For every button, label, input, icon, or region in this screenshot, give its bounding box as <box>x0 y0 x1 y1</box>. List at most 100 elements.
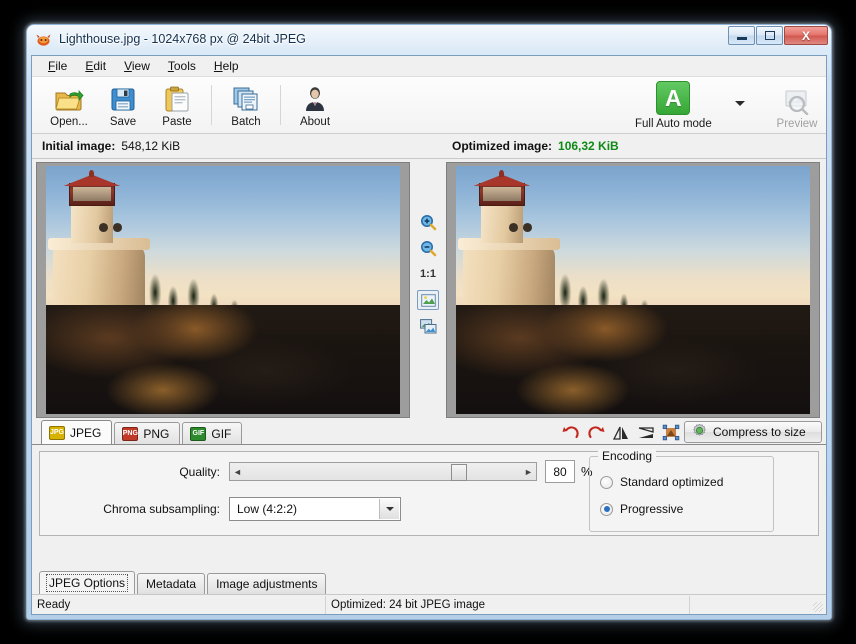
client-area: FFileile Edit View Tools Help Open... <box>31 55 827 615</box>
magnifier-preview-icon <box>782 86 812 116</box>
window-controls: X <box>728 26 828 45</box>
crop-icon[interactable] <box>661 423 680 442</box>
tab-png[interactable]: PNG PNG <box>114 422 181 444</box>
menu-view[interactable]: View <box>116 57 158 75</box>
zoom-actual-size-button[interactable]: 1:1 <box>417 264 439 284</box>
compress-to-size-button[interactable]: Compress to size <box>684 421 822 443</box>
encoding-group: Encoding Standard optimized Progressive <box>589 449 774 532</box>
paste-button[interactable]: Paste <box>150 79 204 131</box>
floppy-save-icon <box>109 84 137 114</box>
menu-edit[interactable]: Edit <box>77 57 114 75</box>
menu-help[interactable]: Help <box>206 57 247 75</box>
initial-image-info: Initial image: 548,12 KiB <box>32 139 452 153</box>
auto-mode-badge-icon: A <box>656 81 691 115</box>
tab-image-adjustments[interactable]: Image adjustments <box>207 573 327 594</box>
minimize-icon <box>736 36 747 40</box>
about-button[interactable]: About <box>288 79 342 131</box>
preview-button[interactable]: Preview <box>770 81 824 133</box>
maximize-icon <box>764 31 775 40</box>
clipboard-paste-icon <box>164 84 190 114</box>
zoom-out-icon[interactable] <box>417 238 439 258</box>
batch-button[interactable]: Batch <box>219 79 273 131</box>
open-label: Open... <box>50 116 88 128</box>
status-bar: Ready Optimized: 24 bit JPEG image <box>32 594 826 614</box>
main-toolbar: Open... Save Paste Batch About A Full Au… <box>32 77 826 134</box>
fit-to-window-icon[interactable] <box>417 290 439 310</box>
menu-tools[interactable]: Tools <box>160 57 204 75</box>
quality-input[interactable]: 80 <box>545 460 575 483</box>
flip-horizontal-icon[interactable] <box>611 423 630 442</box>
tab-jpeg-options[interactable]: JPEG Options <box>39 571 136 594</box>
jpeg-options-panel: Quality: ◄ ► 80 % Chroma subsampling: Lo… <box>32 445 826 594</box>
slider-right-arrow-icon[interactable]: ► <box>521 467 536 477</box>
png-format-icon: PNG <box>122 426 139 441</box>
image-size-info-bar: Initial image: 548,12 KiB Optimized image… <box>32 134 826 159</box>
open-button[interactable]: Open... <box>42 79 96 131</box>
radio-progressive-label: Progressive <box>620 502 684 516</box>
optimized-image-value: 106,32 KiB <box>558 139 619 153</box>
chroma-subsampling-value: Low (4:2:2) <box>237 502 298 516</box>
tab-png-label: PNG <box>143 426 170 441</box>
original-image <box>46 166 400 414</box>
menu-file[interactable]: FFileile <box>40 57 75 75</box>
initial-image-label: Initial image: <box>42 139 116 153</box>
zoom-actual-label: 1:1 <box>420 268 436 280</box>
about-label: About <box>299 116 331 128</box>
tab-gif[interactable]: GIF GIF <box>182 422 243 444</box>
chevron-down-icon[interactable] <box>379 499 399 519</box>
optimized-image-pane[interactable] <box>446 162 820 418</box>
status-optimized-info: Optimized: 24 bit JPEG image <box>326 595 690 614</box>
tab-gif-label: GIF <box>211 426 232 441</box>
tab-jpeg-label: JPEG <box>70 425 102 440</box>
flip-vertical-icon[interactable] <box>636 423 655 442</box>
full-auto-mode-button[interactable]: A Full Auto mode <box>635 81 712 130</box>
preview-tool-strip: 1:1 <box>410 162 446 417</box>
radio-standard-optimized-icon <box>600 475 613 489</box>
status-extra <box>690 596 826 614</box>
resize-grip-icon[interactable] <box>813 601 823 612</box>
optimized-image <box>456 166 810 414</box>
preview-area: 1:1 <box>32 159 826 419</box>
save-button[interactable]: Save <box>96 79 150 131</box>
tab-jpeg[interactable]: JPG JPEG <box>41 420 113 444</box>
compare-view-icon[interactable] <box>417 316 439 336</box>
chroma-subsampling-select[interactable]: Low (4:2:2) <box>229 497 401 521</box>
chevron-down-icon[interactable] <box>735 101 745 106</box>
gear-compress-icon <box>692 423 707 441</box>
preview-label: Preview <box>776 118 818 130</box>
window-title: Lighthouse.jpg - 1024x768 px @ 24bit JPE… <box>59 32 306 46</box>
format-tab-strip: JPG JPEG PNG PNG GIF GIF Compress to siz… <box>32 419 826 445</box>
bottom-tab-strip: JPEG Options Metadata Image adjustments <box>39 571 328 594</box>
optimized-image-label: Optimized image: <box>452 139 553 153</box>
compress-to-size-label: Compress to size <box>713 425 806 439</box>
gif-format-icon: GIF <box>190 426 207 441</box>
radio-standard-optimized-label: Standard optimized <box>620 475 724 489</box>
toolbar-separator-2 <box>280 85 281 125</box>
quality-slider-thumb[interactable] <box>451 464 467 481</box>
close-button[interactable]: X <box>784 26 828 45</box>
person-about-icon <box>302 84 328 114</box>
batch-documents-icon <box>232 84 260 114</box>
slider-left-arrow-icon[interactable]: ◄ <box>230 467 245 477</box>
riot-app-icon <box>35 31 52 48</box>
radio-progressive[interactable]: Progressive <box>600 502 683 516</box>
rotate-right-icon[interactable] <box>586 423 605 442</box>
menu-bar: FFileile Edit View Tools Help <box>32 56 826 77</box>
original-image-pane[interactable] <box>36 162 410 418</box>
toolbar-separator <box>211 85 212 125</box>
tab-image-adjustments-label: Image adjustments <box>216 577 318 591</box>
radio-standard-optimized[interactable]: Standard optimized <box>600 475 723 489</box>
zoom-in-icon[interactable] <box>417 212 439 232</box>
application-window: Lighthouse.jpg - 1024x768 px @ 24bit JPE… <box>26 24 832 620</box>
radio-progressive-icon <box>600 502 613 516</box>
tab-metadata[interactable]: Metadata <box>137 573 206 594</box>
tab-metadata-label: Metadata <box>146 577 197 591</box>
quality-slider[interactable]: ◄ ► <box>229 462 537 481</box>
minimize-button[interactable] <box>728 26 755 45</box>
maximize-button[interactable] <box>756 26 783 45</box>
title-bar: Lighthouse.jpg - 1024x768 px @ 24bit JPE… <box>27 25 831 53</box>
save-label: Save <box>109 116 137 128</box>
encoding-group-title: Encoding <box>598 449 657 463</box>
paste-label: Paste <box>162 116 192 128</box>
rotate-left-icon[interactable] <box>561 423 580 442</box>
